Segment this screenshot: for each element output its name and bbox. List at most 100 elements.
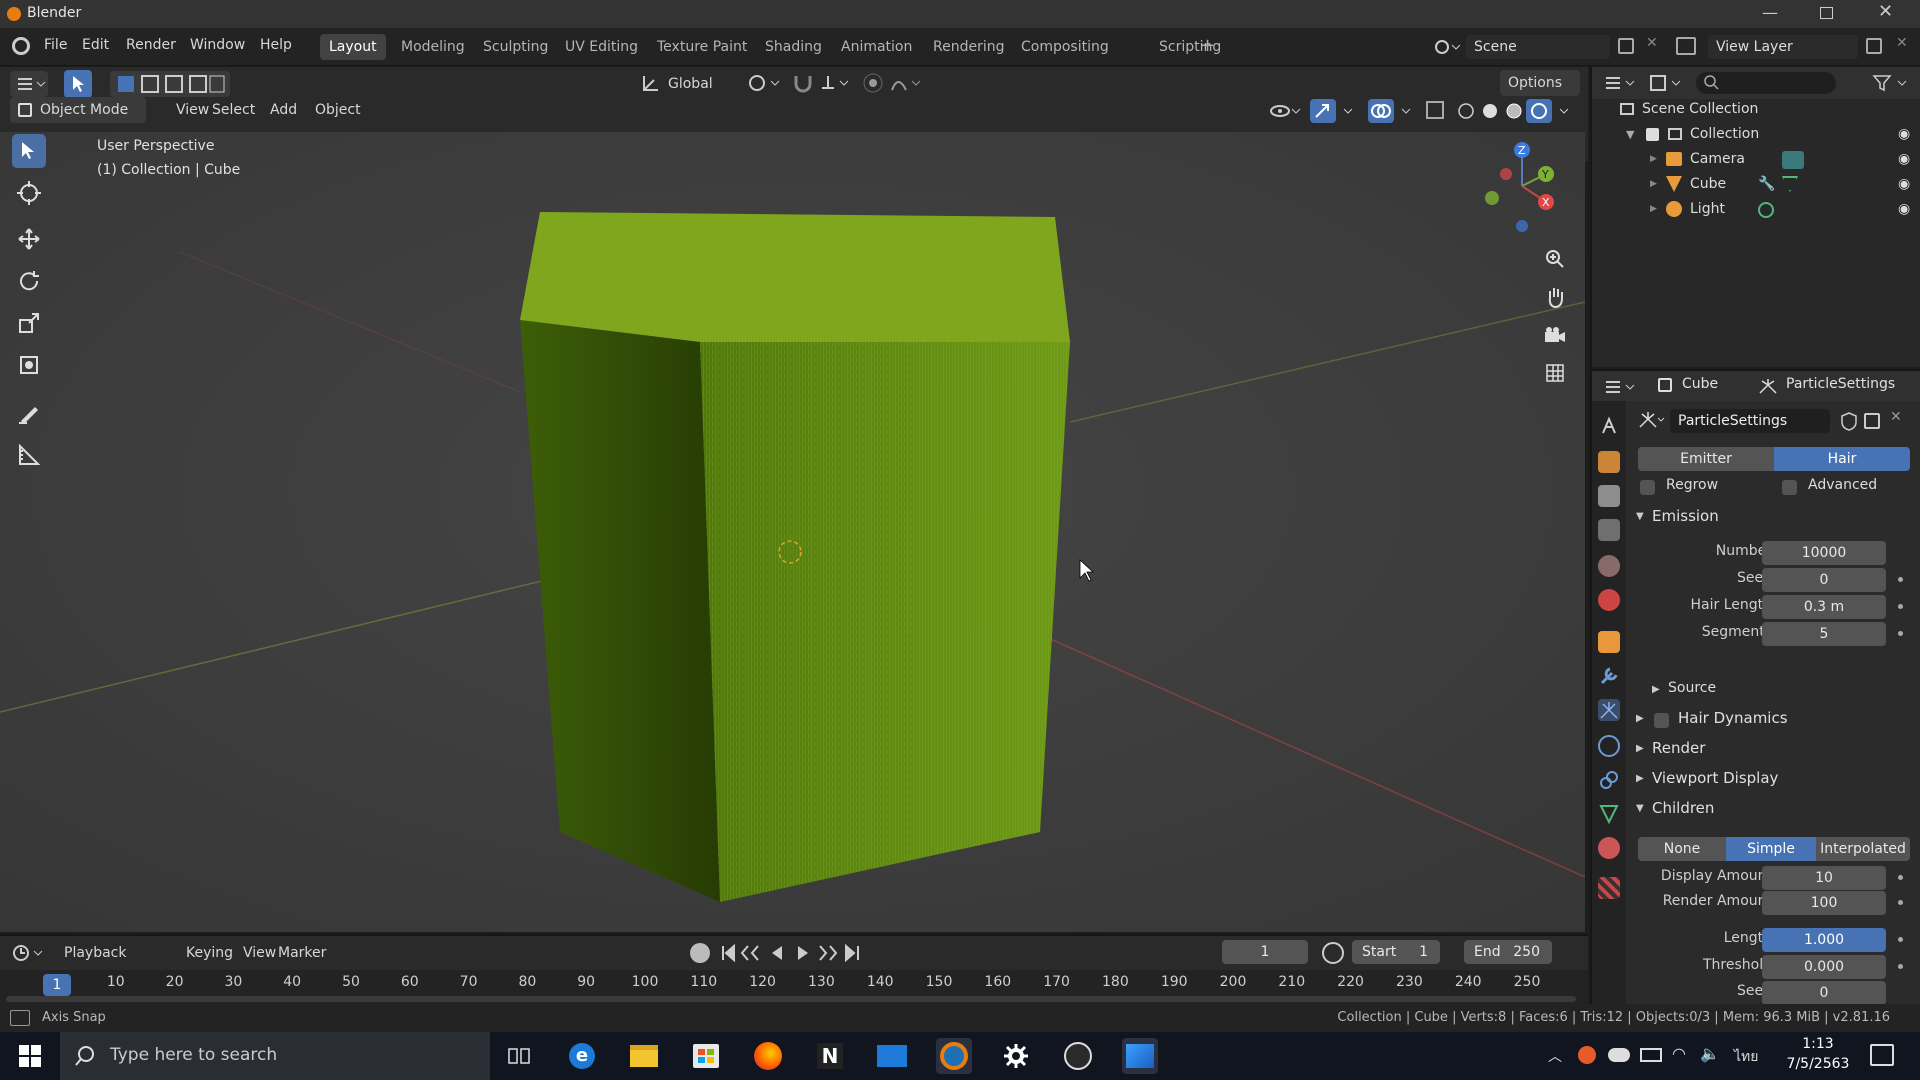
tab-compositing[interactable]: Compositing <box>1012 34 1118 60</box>
minimize-button[interactable]: — <box>1762 3 1778 22</box>
gizmo-toggle-icon[interactable] <box>1310 97 1358 125</box>
unlink-settings-icon[interactable]: ✕ <box>1890 409 1902 425</box>
orientation-dropdown[interactable]: Global <box>660 71 730 97</box>
cursor-tool[interactable] <box>12 176 46 210</box>
children-none-button[interactable]: None <box>1638 837 1726 861</box>
particles-tab-icon[interactable] <box>1598 699 1620 721</box>
seed-field[interactable]: 0 <box>1762 568 1886 592</box>
maximize-button[interactable] <box>1820 7 1833 19</box>
mail-icon[interactable] <box>874 1038 910 1074</box>
tray-overflow-icon[interactable]: ︿ <box>1548 1046 1562 1066</box>
preview-range-icon[interactable] <box>1322 942 1344 964</box>
blender-menu-icon[interactable] <box>12 37 30 55</box>
volume-icon[interactable]: 🔈 <box>1700 1044 1720 1063</box>
task-view-icon[interactable] <box>502 1038 538 1074</box>
eye-icon[interactable]: ◉ <box>1898 147 1910 172</box>
menu-edit[interactable]: Edit <box>82 37 109 53</box>
blender-taskbar-icon[interactable] <box>936 1038 972 1074</box>
tray-app-icon[interactable] <box>1578 1046 1596 1064</box>
scene-icon[interactable] <box>1432 36 1460 58</box>
pan-hand-icon[interactable] <box>1540 282 1570 312</box>
keyframe-dot[interactable] <box>1898 964 1903 969</box>
clock-time[interactable]: 1:13 <box>1780 1036 1856 1052</box>
current-frame-marker[interactable]: 1 <box>43 974 71 996</box>
source-subpanel-header[interactable]: Source <box>1668 680 1716 696</box>
windows-start-icon[interactable] <box>12 1038 48 1074</box>
tab-shading[interactable]: Shading <box>756 34 831 60</box>
tab-modeling[interactable]: Modeling <box>392 34 474 60</box>
rotate-tool[interactable] <box>12 264 46 298</box>
outliner-row-cube[interactable]: ▶ Cube 🔧 ◉ <box>1592 172 1920 197</box>
children-panel-header[interactable]: Children <box>1652 799 1714 817</box>
navigation-gizmo[interactable]: Z Y X <box>1470 142 1560 242</box>
tab-animation[interactable]: Animation <box>832 34 921 60</box>
annotate-tool[interactable] <box>12 396 46 430</box>
editor-type-icon[interactable] <box>10 71 48 97</box>
menu-keying[interactable]: Keying <box>178 940 241 966</box>
current-frame-field[interactable]: 1 <box>1222 940 1308 964</box>
display-amount-field[interactable]: 10 <box>1762 866 1886 890</box>
tab-scripting[interactable]: Scripting <box>1150 34 1230 60</box>
eye-icon[interactable]: ◉ <box>1898 172 1910 197</box>
start-frame-field[interactable]: Start 1 <box>1352 940 1440 964</box>
light-data-icon[interactable] <box>1758 202 1774 218</box>
material-tab-icon[interactable] <box>1598 837 1620 859</box>
xray-toggle-icon[interactable] <box>1426 101 1444 119</box>
tab-uv-editing[interactable]: UV Editing <box>556 34 647 60</box>
menu-render[interactable]: Render <box>126 37 176 53</box>
data-tab-icon[interactable] <box>1598 803 1620 825</box>
children-interpolated-button[interactable]: Interpolated <box>1816 837 1910 861</box>
duplicate-settings-icon[interactable] <box>1864 413 1880 429</box>
texture-tab-icon[interactable] <box>1598 877 1620 899</box>
emission-collapse-icon[interactable]: ▼ <box>1636 511 1644 522</box>
clock-date[interactable]: 7/5/2563 <box>1780 1056 1856 1072</box>
length-field[interactable]: 1.000 <box>1762 928 1886 952</box>
fake-user-shield-icon[interactable] <box>1840 411 1858 431</box>
wifi-icon[interactable]: ◠ <box>1672 1044 1686 1063</box>
select-box-tool[interactable] <box>12 134 46 168</box>
expand-arrow-icon[interactable]: ▶ <box>1650 147 1657 172</box>
emission-panel-header[interactable]: Emission <box>1652 507 1719 525</box>
expand-arrow-icon[interactable]: ▶ <box>1650 172 1657 197</box>
store-icon[interactable] <box>688 1038 724 1074</box>
remove-view-layer-icon[interactable]: ✕ <box>1896 35 1908 51</box>
menu-object[interactable]: Object <box>307 97 369 123</box>
outliner-row-scene-collection[interactable]: Scene Collection <box>1592 97 1920 122</box>
menu-file[interactable]: File <box>44 37 67 53</box>
output-tab-icon[interactable] <box>1598 485 1620 507</box>
mesh-data-icon[interactable] <box>1782 176 1798 192</box>
menu-window[interactable]: Window <box>190 37 245 53</box>
scene-selector[interactable]: Scene <box>1466 35 1610 59</box>
view-layer-icon[interactable] <box>1676 37 1696 55</box>
selection-mode-buttons[interactable] <box>110 71 230 97</box>
source-expand-icon[interactable]: ▶ <box>1652 684 1660 695</box>
obs-icon[interactable] <box>1060 1038 1096 1074</box>
filter-icon[interactable] <box>1872 72 1912 94</box>
timeline-scrollbar[interactable] <box>6 996 1576 1002</box>
menu-playback[interactable]: Playback <box>56 940 134 966</box>
settings-gear-icon[interactable] <box>998 1038 1034 1074</box>
scene-tab-icon[interactable] <box>1598 555 1620 577</box>
children-simple-button[interactable]: Simple <box>1726 837 1816 861</box>
taskbar-search-box[interactable]: Type here to search <box>60 1032 490 1080</box>
scale-tool[interactable] <box>12 306 46 340</box>
object-tab-icon[interactable] <box>1598 631 1620 653</box>
expand-arrow-icon[interactable]: ▶ <box>1650 197 1657 222</box>
falloff-icon[interactable] <box>890 72 924 94</box>
threshold-field[interactable]: 0.000 <box>1762 955 1886 979</box>
shading-mode-buttons[interactable] <box>1456 97 1576 125</box>
camera-view-icon[interactable] <box>1540 320 1570 350</box>
hair-dynamics-panel-header[interactable]: Hair Dynamics <box>1678 709 1788 727</box>
outliner-row-light[interactable]: ▶ Light ◉ <box>1592 197 1920 222</box>
new-view-layer-icon[interactable] <box>1866 38 1882 54</box>
tab-layout[interactable]: Layout <box>320 34 386 60</box>
particle-settings-browse-icon[interactable] <box>1638 409 1668 431</box>
collapse-arrow-icon[interactable]: ▼ <box>1626 122 1634 147</box>
outliner-row-camera[interactable]: ▶ Camera ◉ <box>1592 147 1920 172</box>
render-expand-icon[interactable]: ▶ <box>1636 743 1644 754</box>
type-emitter-button[interactable]: Emitter <box>1638 447 1774 471</box>
tab-sculpting[interactable]: Sculpting <box>474 34 557 60</box>
outliner-editor-type-icon[interactable] <box>1602 72 1640 94</box>
new-scene-icon[interactable] <box>1618 38 1634 54</box>
tab-rendering[interactable]: Rendering <box>924 34 1014 60</box>
